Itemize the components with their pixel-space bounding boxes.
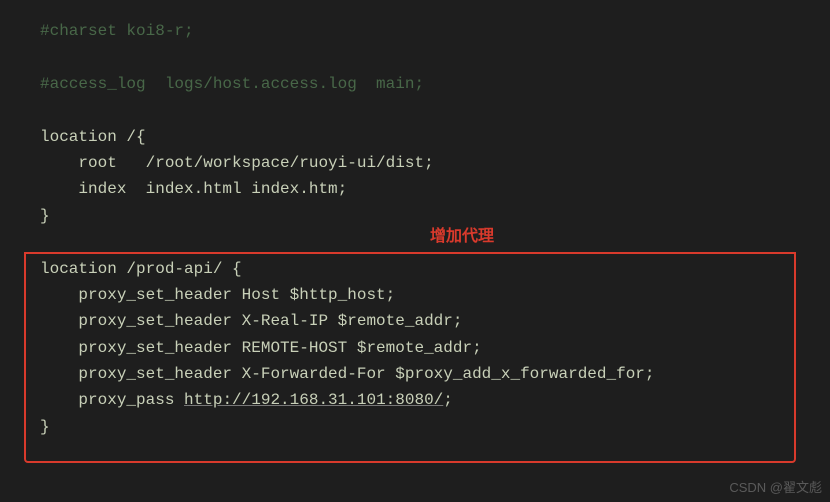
- proxy-header-remotehost: proxy_set_header REMOTE-HOST $remote_add…: [78, 339, 472, 357]
- watermark: CSDN @翟文彪: [729, 477, 822, 498]
- root-directive: root /root/workspace/ruoyi-ui/dist: [78, 154, 424, 172]
- location-root-kw: location: [40, 128, 117, 146]
- code-block: #charset koi8-r; #access_log logs/host.a…: [0, 0, 830, 440]
- proxy-header-realip: proxy_set_header X-Real-IP $remote_addr: [78, 312, 452, 330]
- proxy-pass: proxy_pass: [78, 391, 184, 409]
- annotation-label: 增加代理: [430, 224, 494, 250]
- proxy-header-host: proxy_set_header Host $http_host: [78, 286, 385, 304]
- comment-accesslog: #access_log logs/host.access.log main: [40, 75, 414, 93]
- proxy-header-forwarded: proxy_set_header X-Forwarded-For $proxy_…: [78, 365, 645, 383]
- proxy-pass-url: http://192.168.31.101:8080/: [184, 391, 443, 409]
- location-prodapi-kw: location: [40, 260, 117, 278]
- comment-charset: #charset koi8-r;: [40, 22, 194, 40]
- index-directive: index index.html index.htm: [78, 180, 337, 198]
